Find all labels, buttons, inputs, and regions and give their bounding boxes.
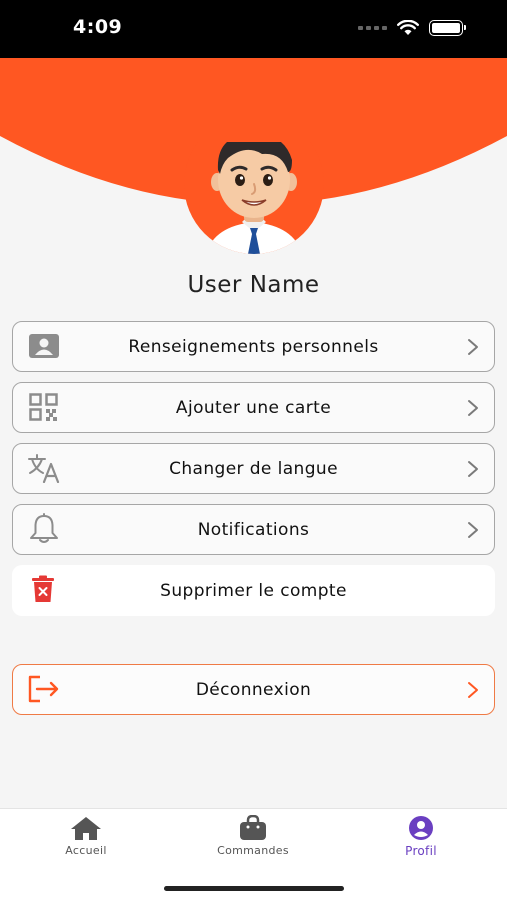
chevron-right-icon — [468, 339, 478, 355]
chevron-right-icon — [468, 522, 478, 538]
translate-icon — [27, 453, 61, 483]
bell-icon — [27, 513, 61, 544]
cellular-signal-icon — [358, 26, 387, 30]
home-icon — [71, 817, 101, 840]
logout-icon — [27, 674, 61, 704]
id-card-icon — [27, 331, 61, 361]
tab-accueil[interactable]: Accueil — [26, 815, 146, 857]
add-card-label: Ajouter une carte — [175, 397, 332, 418]
logout-label: Déconnexion — [195, 679, 312, 700]
personal-info-button[interactable]: Renseignements personnels — [12, 321, 495, 372]
tab-commandes[interactable]: Commandes — [193, 815, 313, 857]
shopping-bag-icon — [240, 815, 266, 840]
bottom-tab-bar: Accueil Commandes Profil — [0, 808, 507, 866]
qr-code-icon — [27, 392, 61, 422]
tab-label: Commandes — [217, 844, 289, 857]
avatar — [184, 142, 324, 254]
status-time: 4:09 — [73, 16, 123, 38]
home-indicator-area — [0, 866, 507, 900]
trash-icon — [26, 574, 60, 604]
add-card-button[interactable]: Ajouter une carte — [12, 382, 495, 433]
chevron-right-icon — [468, 682, 478, 698]
logout-button[interactable]: Déconnexion — [12, 664, 495, 715]
change-language-button[interactable]: Changer de langue — [12, 443, 495, 494]
notifications-label: Notifications — [197, 519, 310, 540]
wifi-icon — [397, 20, 419, 35]
notifications-button[interactable]: Notifications — [12, 504, 495, 555]
user-name: User Name — [187, 272, 320, 298]
chevron-right-icon — [468, 400, 478, 416]
chevron-right-icon — [468, 461, 478, 477]
home-indicator[interactable] — [164, 886, 344, 891]
personal-info-label: Renseignements personnels — [128, 336, 379, 357]
delete-account-label: Supprimer le compte — [160, 580, 347, 601]
tab-label: Accueil — [65, 844, 107, 857]
status-icons — [358, 20, 466, 36]
profile-icon — [409, 816, 433, 840]
change-language-label: Changer de langue — [169, 458, 338, 479]
tab-label: Profil — [405, 844, 437, 858]
status-bar: 4:09 — [0, 0, 507, 58]
battery-icon — [429, 20, 466, 36]
delete-account-button[interactable]: Supprimer le compte — [12, 565, 495, 616]
tab-profil[interactable]: Profil — [361, 815, 481, 858]
